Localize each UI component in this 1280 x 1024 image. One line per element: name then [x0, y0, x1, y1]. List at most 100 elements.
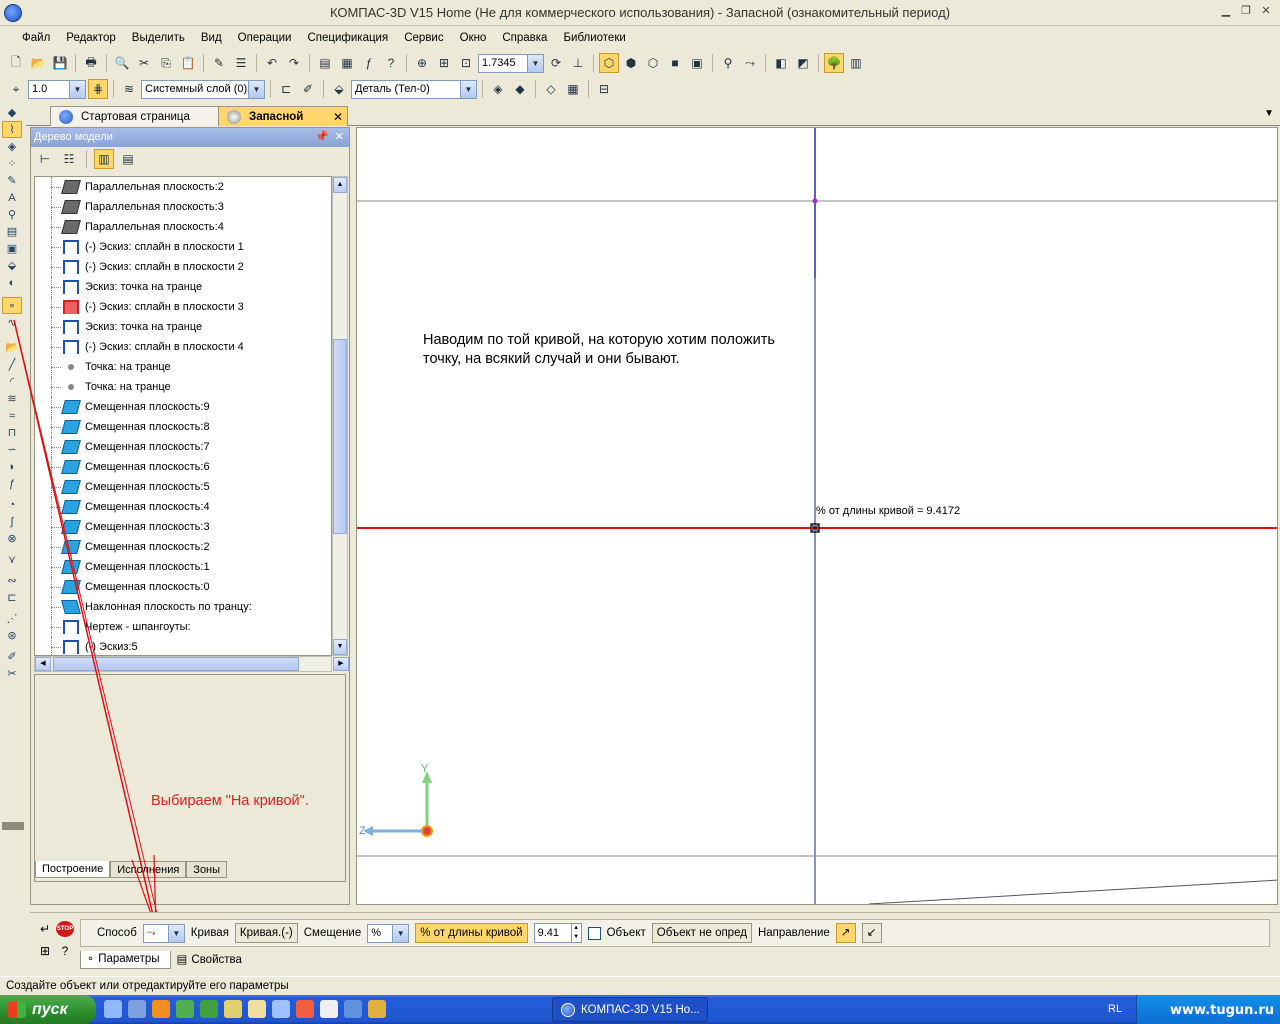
orient-icon[interactable]: ⊥ [568, 53, 588, 73]
tab-zapasnoy[interactable]: Запасной ✕ [218, 106, 348, 126]
tree-item[interactable]: Смещенная плоскость:2 [35, 537, 331, 557]
tree-item[interactable]: Смещенная плоскость:7 [35, 437, 331, 457]
snap-icon[interactable]: ⤳ [740, 53, 760, 73]
step-icon[interactable]: ⌖ [6, 79, 26, 99]
halftone-edges-icon[interactable]: ▣ [687, 53, 707, 73]
model-tree-icon[interactable]: 🌳 [824, 53, 844, 73]
close-icon[interactable]: ✕ [335, 128, 344, 147]
grid-snap-icon[interactable]: ⋕ [88, 79, 108, 99]
tab-versions[interactable]: Исполнения [110, 861, 187, 878]
menu-libraries[interactable]: Библиотеки [555, 32, 633, 44]
tree-item[interactable]: Смещенная плоскость:5 [35, 477, 331, 497]
ie-icon[interactable] [104, 1000, 122, 1018]
app-icon[interactable] [320, 1000, 338, 1018]
detail-combo[interactable]: Деталь (Тел-0) ▼ [351, 79, 477, 99]
polyline-icon[interactable]: ⊓ [2, 424, 22, 441]
zoom-combo[interactable]: 1.7345 ▼ [478, 53, 544, 73]
sketch-mode-icon[interactable]: ⊏ [276, 79, 296, 99]
tree-item[interactable]: Параллельная плоскость:2 [35, 177, 331, 197]
tree-item[interactable]: Эскиз: точка на транце [35, 317, 331, 337]
tree-vertical-scrollbar[interactable]: ▲ ▼ [332, 176, 348, 656]
edit-details-icon[interactable]: ◆ [2, 104, 22, 121]
tree-item[interactable]: Смещенная плоскость:3 [35, 517, 331, 537]
new-file-icon[interactable]: 🗋 [6, 53, 26, 73]
offset-combo[interactable]: % ▼ [367, 923, 410, 943]
tab-properties[interactable]: ▤ Свойства [171, 951, 252, 969]
tree-item[interactable]: Смещенная плоскость:1 [35, 557, 331, 577]
redo-icon[interactable]: ↷ [284, 53, 304, 73]
menu-service[interactable]: Сервис [396, 32, 451, 44]
firefox-icon[interactable] [152, 1000, 170, 1018]
chevron-down-icon[interactable]: ▼ [248, 80, 264, 98]
tab-zones[interactable]: Зоны [186, 861, 228, 878]
method-combo[interactable]: ⤳ ▼ [142, 923, 185, 943]
menu-specification[interactable]: Спецификация [299, 32, 396, 44]
arc-icon[interactable]: ◜ [2, 373, 22, 390]
auxiliary-geometry-icon[interactable]: ✎ [2, 172, 22, 189]
mesh-icon[interactable]: ⊛ [2, 627, 22, 644]
tree-item[interactable]: Смещенная плоскость:0 [35, 577, 331, 597]
tree-item[interactable]: (-) Эскиз: сплайн в плоскости 4 [35, 337, 331, 357]
chevron-down-icon[interactable]: ▼ [167, 924, 184, 942]
restore-button[interactable]: ❐ [1238, 4, 1254, 20]
close-icon[interactable]: ✕ [333, 110, 343, 124]
helix-icon[interactable]: ≋ [2, 390, 22, 407]
tree-item[interactable]: Смещенная плоскость:9 [35, 397, 331, 417]
app-icon[interactable] [200, 1000, 218, 1018]
zoom-in-icon[interactable]: ⊕ [412, 53, 432, 73]
zoom-scale-icon[interactable]: ⊡ [456, 53, 476, 73]
step-combo[interactable]: 1.0 ▼ [28, 79, 86, 99]
folder-icon[interactable] [248, 1000, 266, 1018]
join-icon[interactable]: ⋎ [2, 551, 22, 568]
tree-item[interactable]: Точка: на транце [35, 377, 331, 397]
menu-window[interactable]: Окно [452, 32, 495, 44]
elements-icon[interactable]: ⬙ [2, 257, 22, 274]
manager-icon[interactable]: ▤ [315, 53, 335, 73]
halftone-icon[interactable]: ■ [665, 53, 685, 73]
tree-item[interactable]: Эскиз: точка на транце [35, 277, 331, 297]
wireframe-icon[interactable]: ⬡ [599, 53, 619, 73]
chevron-down-icon[interactable]: ▼ [460, 80, 476, 98]
fixate-icon[interactable]: ⊞ [36, 943, 54, 959]
import-icon[interactable]: 📂 [2, 339, 22, 356]
tab-construction[interactable]: Построение [35, 861, 111, 878]
sheet-metal-icon[interactable]: ◐ [2, 274, 22, 291]
kompas-icon[interactable] [344, 1000, 362, 1018]
chevron-down-icon[interactable]: ▼ [69, 80, 85, 98]
scroll-up-icon[interactable]: ▲ [333, 177, 347, 193]
edit-sketch-icon[interactable]: ✐ [298, 79, 318, 99]
arrays-icon[interactable]: ⁘ [2, 155, 22, 172]
format-icon[interactable]: ✎ [209, 53, 229, 73]
filter-icon[interactable]: ⚲ [718, 53, 738, 73]
spiral-icon[interactable]: ≈ [2, 407, 22, 424]
surface-curve-icon[interactable]: ◗ [2, 458, 22, 475]
tree-item[interactable]: (-) Эскиз: сплайн в плоскости 3 [35, 297, 331, 317]
menu-select[interactable]: Выделить [124, 32, 193, 44]
tab-parameters[interactable]: ∘ Параметры [80, 951, 171, 969]
notepad-icon[interactable] [224, 1000, 242, 1018]
reports-icon[interactable]: ▣ [2, 240, 22, 257]
tree-item[interactable]: Точка: на транце [35, 357, 331, 377]
formula-curve-icon[interactable]: ƒ [2, 475, 22, 492]
cut-icon[interactable]: ✂ [134, 53, 154, 73]
curve-select-button[interactable]: Кривая.(-) [234, 923, 298, 943]
tree-item[interactable]: Смещенная плоскость:4 [35, 497, 331, 517]
intersection-icon[interactable]: ⊗ [2, 530, 22, 547]
tab-start-page[interactable]: Стартовая страница [50, 106, 220, 126]
cube-icon[interactable]: ◧ [771, 53, 791, 73]
surfaces-icon[interactable]: ◈ [2, 138, 22, 155]
scroll-down-icon[interactable]: ▼ [333, 639, 347, 655]
measure-icon[interactable]: A [2, 189, 22, 206]
undo-icon[interactable]: ↶ [262, 53, 282, 73]
filter-icon[interactable]: ⚲ [2, 206, 22, 223]
tree-item[interactable]: (-) Эскиз:5 [35, 637, 331, 655]
chevron-down-icon[interactable]: ▼ [527, 54, 543, 72]
specification-icon[interactable]: ▤ [2, 223, 22, 240]
stop-icon[interactable]: STOP [56, 921, 74, 937]
scroll-thumb[interactable] [53, 657, 299, 671]
spline-icon[interactable]: ∽ [2, 441, 22, 458]
toolbar-grip[interactable] [2, 822, 24, 830]
rotate-icon[interactable]: ⟳ [546, 53, 566, 73]
tree-item[interactable]: (-) Эскиз: сплайн в плоскости 2 [35, 257, 331, 277]
table-icon[interactable]: ▦ [337, 53, 357, 73]
